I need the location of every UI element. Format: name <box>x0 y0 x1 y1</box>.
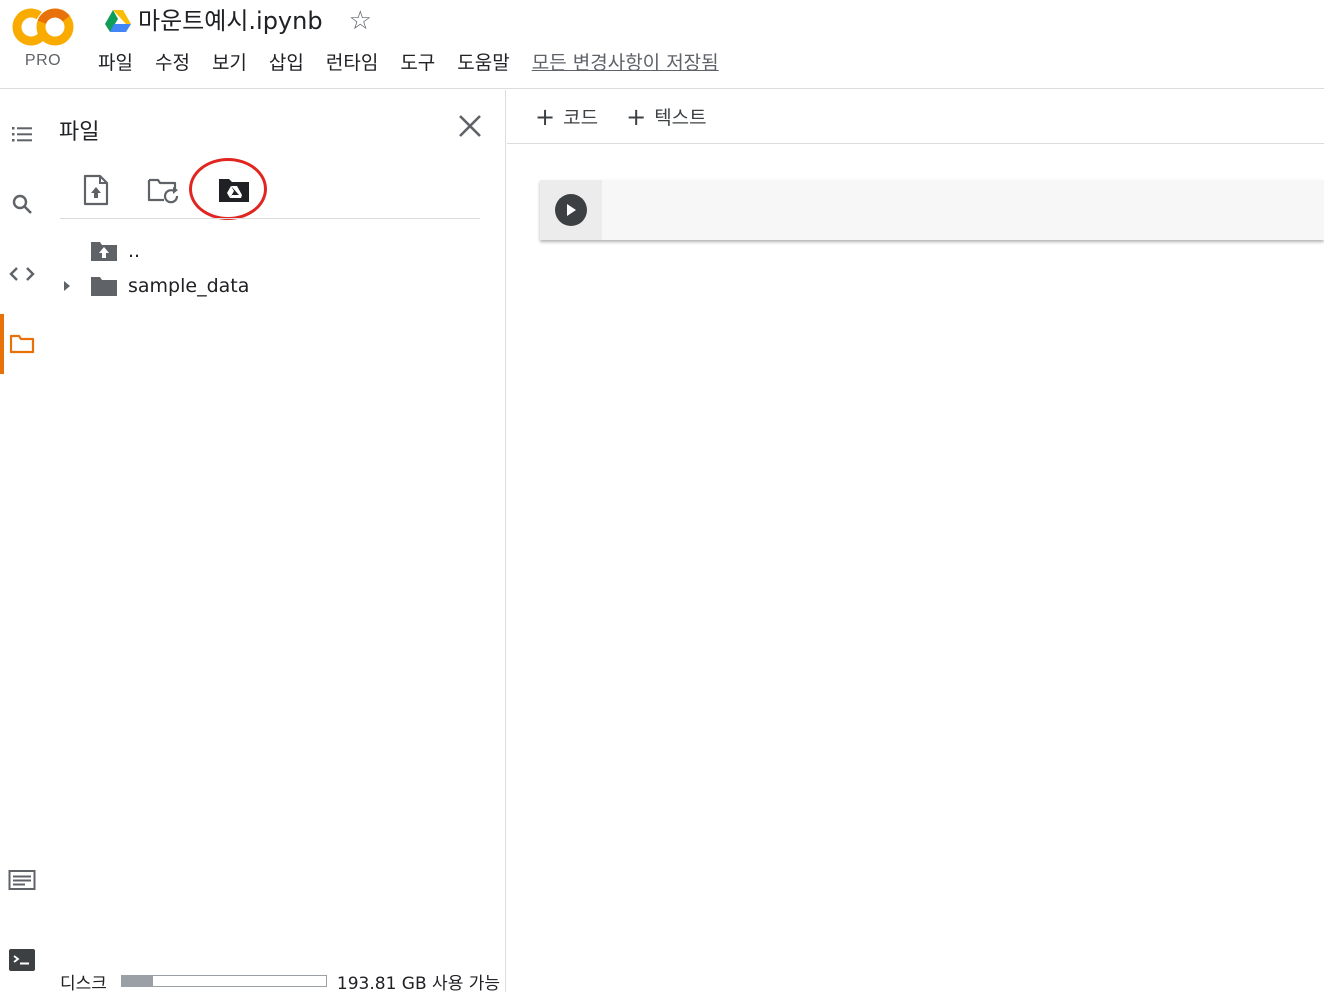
add-code-button[interactable]: + 코드 <box>535 103 598 130</box>
toolbar-divider <box>60 218 480 219</box>
plus-icon: + <box>626 102 647 131</box>
upload-file-icon <box>83 174 109 206</box>
expand-caret-icon[interactable] <box>60 279 74 293</box>
code-snippets-button[interactable] <box>4 256 40 292</box>
menu-runtime[interactable]: 런타임 <box>326 48 378 78</box>
tree-row-parent[interactable]: .. <box>90 236 140 266</box>
logo-pro-label: PRO <box>24 52 62 69</box>
toc-button[interactable] <box>4 116 40 152</box>
close-icon <box>459 115 481 137</box>
command-palette-icon <box>8 870 36 890</box>
disk-usage: 디스크 193.81 GB 사용 가능 <box>60 970 501 994</box>
add-text-button[interactable]: + 텍스트 <box>626 103 707 130</box>
upload-file-button[interactable] <box>76 170 116 210</box>
title-row: 마운트예시.ipynb ☆ <box>104 4 372 38</box>
tree-row-sample-data[interactable]: sample_data <box>60 271 249 301</box>
refresh-folder-icon <box>147 178 179 204</box>
star-icon[interactable]: ☆ <box>349 4 372 38</box>
add-text-label: 텍스트 <box>654 107 707 129</box>
colab-logo-icon <box>12 8 74 46</box>
disk-available-text: 193.81 GB 사용 가능 <box>336 973 501 994</box>
terminal-icon <box>9 949 35 971</box>
notebook-toolbar: + 코드 + 텍스트 <box>507 90 1324 144</box>
menu-file[interactable]: 파일 <box>98 48 133 78</box>
tree-label-sample-data: sample_data <box>128 275 250 297</box>
plus-icon: + <box>535 102 556 131</box>
search-icon <box>12 194 32 214</box>
toc-icon <box>12 127 32 142</box>
header: PRO 마운트예시.ipynb ☆ 파일 수정 보기 삽입 런타임 도구 도움말… <box>0 0 1324 89</box>
menu-insert[interactable]: 삽입 <box>269 48 304 78</box>
colab-logo[interactable]: PRO <box>10 6 76 70</box>
refresh-folder-button[interactable] <box>144 170 184 210</box>
save-status-link[interactable]: 모든 변경사항이 저장됨 <box>532 48 719 78</box>
folder-icon <box>91 277 117 296</box>
file-panel: 파일 .. sample_data 디스크 193.81 GB 사용 가능 <box>44 90 506 994</box>
terminal-button[interactable] <box>4 942 40 978</box>
add-code-label: 코드 <box>563 107 599 129</box>
tree-label-parent: .. <box>128 240 141 262</box>
command-palette-button[interactable] <box>4 862 40 898</box>
google-drive-icon <box>105 10 131 32</box>
search-button[interactable] <box>4 186 40 222</box>
notebook-title[interactable]: 마운트예시.ipynb <box>138 4 323 38</box>
code-snippets-icon <box>9 267 35 281</box>
mount-drive-icon <box>219 179 249 202</box>
mount-drive-button[interactable] <box>214 170 254 210</box>
code-cell[interactable] <box>540 180 1324 240</box>
menu-view[interactable]: 보기 <box>212 48 247 78</box>
menu-edit[interactable]: 수정 <box>155 48 190 78</box>
menu-bar: 파일 수정 보기 삽입 런타임 도구 도움말 모든 변경사항이 저장됨 <box>98 48 719 78</box>
panel-title: 파일 <box>59 120 100 145</box>
play-icon <box>567 204 576 216</box>
folder-icon <box>9 334 35 354</box>
left-rail <box>0 90 44 992</box>
disk-usage-bar <box>120 975 327 987</box>
menu-help[interactable]: 도움말 <box>457 48 509 78</box>
disk-usage-fill <box>121 976 153 986</box>
close-panel-button[interactable] <box>454 110 486 142</box>
menu-tools[interactable]: 도구 <box>400 48 435 78</box>
cell-gutter <box>540 180 602 240</box>
folder-up-icon <box>91 242 117 261</box>
disk-label: 디스크 <box>60 973 107 994</box>
files-button[interactable] <box>4 326 40 362</box>
run-cell-button[interactable] <box>555 194 587 226</box>
